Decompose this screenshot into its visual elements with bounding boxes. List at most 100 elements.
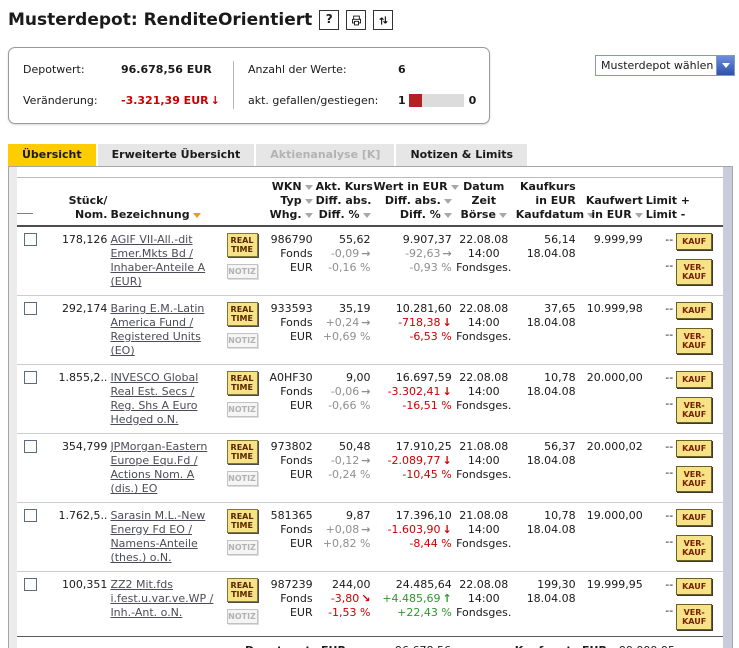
kauf-button[interactable]: KAUF xyxy=(676,578,712,595)
instrument-link[interactable]: Sarasin M.L.-New Energy Fd EO / Namens-A… xyxy=(110,509,219,565)
notiz-badge[interactable]: NOTIZ xyxy=(227,264,258,279)
wkn: 581365 xyxy=(265,509,313,523)
limit-plus: -- xyxy=(646,302,673,316)
depot-select-value: Musterdepot wählen xyxy=(596,59,716,72)
typ: Fonds xyxy=(265,454,313,468)
wert-eur: 10.281,60 xyxy=(374,302,452,316)
row-checkbox[interactable] xyxy=(24,371,37,384)
wert-diff-abs: -3.302,41 xyxy=(388,385,441,398)
limit-minus: -- xyxy=(646,604,673,618)
help-button[interactable]: ? xyxy=(319,10,339,30)
quantity: 178,126 xyxy=(45,226,110,296)
realtime-badge[interactable]: REALTIME xyxy=(227,233,258,257)
datum: 22.08.08 xyxy=(455,578,513,592)
row-checkbox[interactable] xyxy=(24,509,37,522)
notiz-badge[interactable]: NOTIZ xyxy=(227,333,258,348)
kaufdatum: 18.04.08 xyxy=(516,247,576,261)
sort-icon[interactable] xyxy=(444,213,452,218)
akt-kurs: 9,00 xyxy=(316,371,371,385)
boerse: Fondsges. xyxy=(455,261,513,275)
verkauf-button[interactable]: VER-KAUF xyxy=(676,604,712,630)
scrollbar[interactable] xyxy=(723,167,732,648)
sort-desc-icon[interactable] xyxy=(193,213,201,218)
portfolio-panel: Stück/ Nom. Bezeichnung WKN Typ Whg. Akt… xyxy=(8,166,733,648)
chevron-down-icon[interactable] xyxy=(716,56,734,75)
wkn: 933593 xyxy=(265,302,313,316)
instrument-link[interactable]: Baring E.M.-Latin America Fund / Registe… xyxy=(110,302,219,358)
realtime-badge[interactable]: REALTIME xyxy=(227,509,258,533)
realtime-badge[interactable]: REALTIME xyxy=(227,578,258,602)
sort-icon[interactable] xyxy=(363,213,371,218)
boerse: Fondsges. xyxy=(455,399,513,413)
verkauf-button[interactable]: VER-KAUF xyxy=(676,466,712,492)
limit-plus: -- xyxy=(646,578,673,592)
instrument-link[interactable]: ZZ2 Mit.fds i.fest.u.var.ve.WP / Inh.-An… xyxy=(110,578,219,620)
row-checkbox[interactable] xyxy=(24,578,37,591)
row-checkbox[interactable] xyxy=(24,233,37,246)
titlebar: Musterdepot: RenditeOrientiert ? xyxy=(8,6,735,34)
sort-icon[interactable] xyxy=(305,185,313,190)
typ: Fonds xyxy=(265,385,313,399)
instrument-link[interactable]: JPMorgan-Eastern Europe Equ.Fd / Actions… xyxy=(110,440,219,496)
row-checkbox[interactable] xyxy=(24,440,37,453)
instrument-link[interactable]: AGIF VII-All.-dit Emer.Mkts Bd / Inhaber… xyxy=(110,233,219,289)
wert-diff-abs: -1.603,90 xyxy=(388,523,441,536)
wkn: 973802 xyxy=(265,440,313,454)
tab-erweiterte-uebersicht[interactable]: Erweiterte Übersicht xyxy=(98,144,255,166)
sort-icon[interactable] xyxy=(451,185,459,190)
verkauf-button[interactable]: VER-KAUF xyxy=(676,259,712,285)
limit-plus: -- xyxy=(646,440,673,454)
totals-section: Depotwert: EUR 96.678,56 Kaufwert: EUR 9… xyxy=(17,636,723,648)
totals-depotwert-label: Depotwert: xyxy=(17,643,315,648)
datum: 22.08.08 xyxy=(455,233,513,247)
row-checkbox[interactable] xyxy=(24,302,37,315)
kauf-button[interactable]: KAUF xyxy=(676,233,712,250)
kauf-button[interactable]: KAUF xyxy=(676,371,712,388)
depot-select[interactable]: Musterdepot wählen xyxy=(595,55,735,76)
sort-icon[interactable] xyxy=(444,199,452,204)
akt-kurs: 35,19 xyxy=(316,302,371,316)
trend-arrow-icon: ↓ xyxy=(443,523,452,536)
kauf-button[interactable]: KAUF xyxy=(676,509,712,526)
tab-notizen-limits[interactable]: Notizen & Limits xyxy=(396,144,527,166)
totals-kaufwert-label: Kaufwert: xyxy=(481,643,576,648)
typ: Fonds xyxy=(265,592,313,606)
instrument-link[interactable]: INVESCO Global Real Est. Secs / Reg. Shs… xyxy=(110,371,219,427)
sort-icon[interactable] xyxy=(499,213,507,218)
sort-icon[interactable] xyxy=(305,199,313,204)
notiz-badge[interactable]: NOTIZ xyxy=(227,540,258,555)
wert-eur: 9.907,37 xyxy=(374,233,452,247)
notiz-badge[interactable]: NOTIZ xyxy=(227,609,258,624)
verkauf-button[interactable]: VER-KAUF xyxy=(676,535,712,561)
print-button[interactable] xyxy=(346,10,366,30)
table-row: 100,351 ZZ2 Mit.fds i.fest.u.var.ve.WP /… xyxy=(17,572,723,637)
realtime-badge[interactable]: REALTIME xyxy=(227,302,258,326)
kauf-button[interactable]: KAUF xyxy=(676,440,712,457)
kauf-button[interactable]: KAUF xyxy=(676,302,712,319)
realtime-badge[interactable]: REALTIME xyxy=(227,371,258,395)
kurs-diff-abs: +0,08 xyxy=(326,523,360,536)
col-limit-minus: Limit - xyxy=(646,208,673,222)
veraenderung-label: Veränderung: xyxy=(23,94,121,107)
kaufkurs: 56,37 xyxy=(516,440,576,454)
verkauf-button[interactable]: VER-KAUF xyxy=(676,328,712,354)
sort-icon[interactable] xyxy=(635,213,643,218)
col-bezeichnung: Bezeichnung xyxy=(110,208,189,221)
notiz-badge[interactable]: NOTIZ xyxy=(227,471,258,486)
realtime-badge[interactable]: REALTIME xyxy=(227,440,258,464)
limit-plus: -- xyxy=(646,509,673,523)
col-wert-eur: Wert in EUR xyxy=(374,180,448,193)
wert-eur: 24.485,64 xyxy=(374,578,452,592)
sort-icon[interactable] xyxy=(305,213,313,218)
select-none-icon[interactable] xyxy=(17,213,33,214)
verkauf-button[interactable]: VER-KAUF xyxy=(676,397,712,423)
wert-diff-pct: -0,93 % xyxy=(374,261,452,275)
tab-uebersicht[interactable]: Übersicht xyxy=(8,144,96,166)
anzahl-value: 6 xyxy=(398,63,406,76)
quantity: 292,174 xyxy=(45,296,110,365)
kaufkurs: 199,30 xyxy=(516,578,576,592)
refresh-button[interactable] xyxy=(373,10,393,30)
notiz-badge[interactable]: NOTIZ xyxy=(227,402,258,417)
trend-arrow-icon: → xyxy=(361,316,370,329)
zeit: 14:00 xyxy=(455,385,513,399)
